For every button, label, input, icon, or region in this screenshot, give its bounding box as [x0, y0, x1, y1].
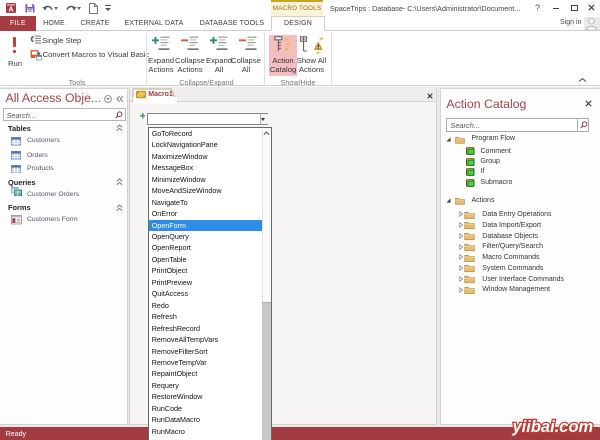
svg-text:A: A [8, 7, 13, 13]
